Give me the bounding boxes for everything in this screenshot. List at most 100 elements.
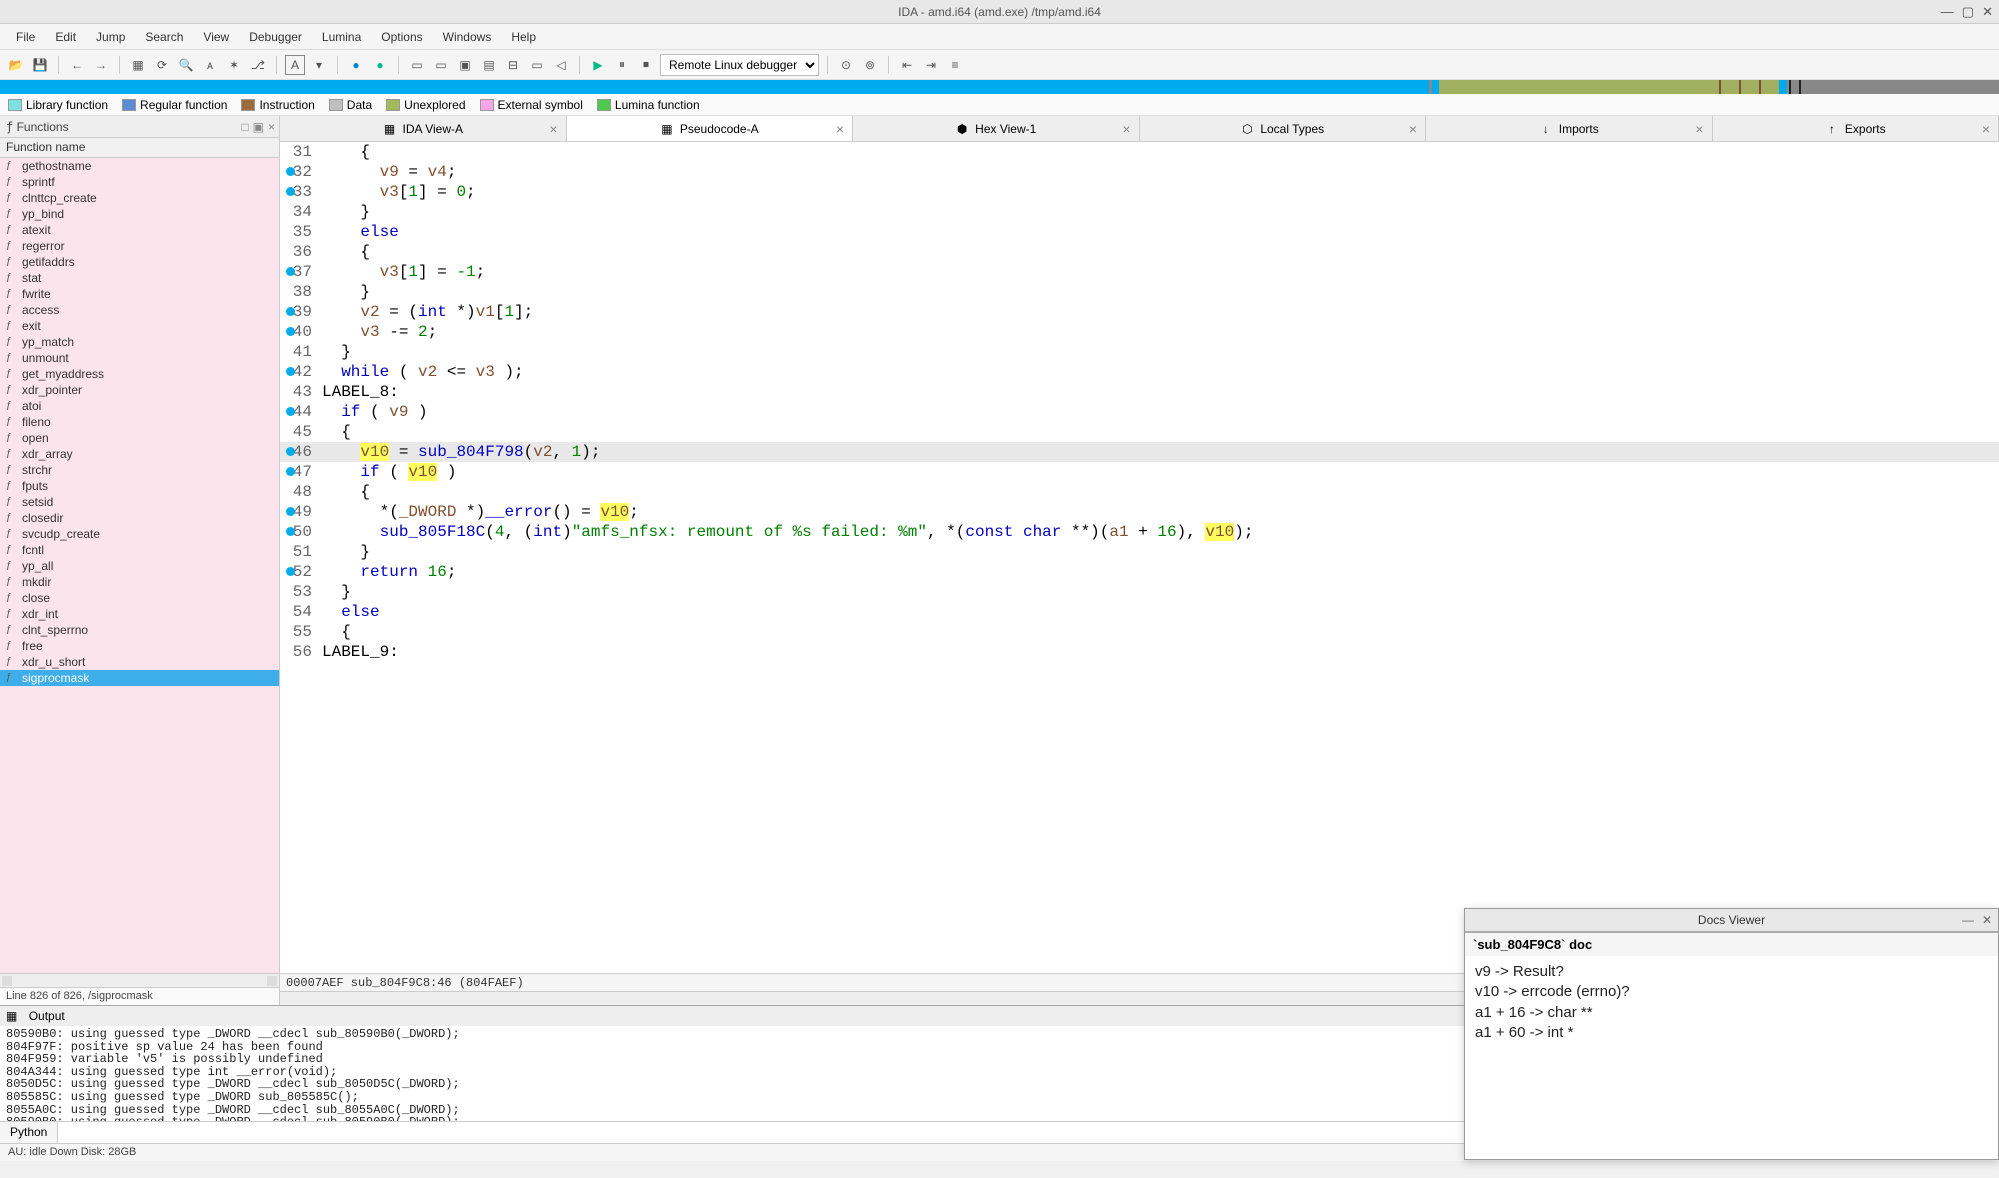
graph-icon[interactable]: ⎇ xyxy=(248,55,268,75)
function-row[interactable]: ƒstat xyxy=(0,270,279,286)
code-text[interactable]: } xyxy=(322,342,1999,362)
tab-pseudocode-a[interactable]: ▦Pseudocode-A× xyxy=(567,116,854,141)
code-line[interactable]: 53 } xyxy=(280,582,1999,602)
code-text[interactable]: } xyxy=(322,282,1999,302)
function-row[interactable]: ƒget_myaddress xyxy=(0,366,279,382)
code-text[interactable]: { xyxy=(322,482,1999,502)
breakpoint-icon[interactable] xyxy=(286,307,295,316)
code-line[interactable]: 46 v10 = sub_804F798(v2, 1); xyxy=(280,442,1999,462)
function-row[interactable]: ƒexit xyxy=(0,318,279,334)
code-text[interactable]: else xyxy=(322,602,1999,622)
tab-close-icon[interactable]: × xyxy=(549,121,557,137)
box4-icon[interactable]: ▤ xyxy=(479,55,499,75)
menu-jump[interactable]: Jump xyxy=(86,26,135,48)
nav-band[interactable] xyxy=(0,80,1999,94)
function-row[interactable]: ƒfwrite xyxy=(0,286,279,302)
function-row[interactable]: ƒyp_match xyxy=(0,334,279,350)
menu-edit[interactable]: Edit xyxy=(45,26,86,48)
tab-hex-view-1[interactable]: ⬢Hex View-1× xyxy=(853,116,1140,141)
function-row[interactable]: ƒyp_all xyxy=(0,558,279,574)
code-line[interactable]: 56LABEL_9: xyxy=(280,642,1999,662)
function-row[interactable]: ƒsprintf xyxy=(0,174,279,190)
code-line[interactable]: 37 v3[1] = -1; xyxy=(280,262,1999,282)
code-line[interactable]: 44 if ( v9 ) xyxy=(280,402,1999,422)
tab-exports[interactable]: ↑Exports× xyxy=(1713,116,1999,141)
menu-debugger[interactable]: Debugger xyxy=(239,26,312,48)
code-text[interactable]: sub_805F18C(4, (int)"amfs_nfsx: remount … xyxy=(322,522,1999,542)
code-text[interactable]: } xyxy=(322,202,1999,222)
code-line[interactable]: 39 v2 = (int *)v1[1]; xyxy=(280,302,1999,322)
code-line[interactable]: 52 return 16; xyxy=(280,562,1999,582)
debugger-select[interactable]: Remote Linux debugger xyxy=(660,54,819,76)
code-line[interactable]: 32 v9 = v4; xyxy=(280,162,1999,182)
code-text[interactable]: else xyxy=(322,222,1999,242)
bp2-icon[interactable]: ⊚ xyxy=(860,55,880,75)
function-row[interactable]: ƒmkdir xyxy=(0,574,279,590)
tab-local-types[interactable]: ⬡Local Types× xyxy=(1140,116,1427,141)
function-row[interactable]: ƒatoi xyxy=(0,398,279,414)
stop-icon[interactable]: ⏹ xyxy=(636,55,656,75)
menu-windows[interactable]: Windows xyxy=(433,26,502,48)
code-line[interactable]: 55 { xyxy=(280,622,1999,642)
code-text[interactable]: *(_DWORD *)__error() = v10; xyxy=(322,502,1999,522)
function-row[interactable]: ƒyp_bind xyxy=(0,206,279,222)
code-line[interactable]: 36 { xyxy=(280,242,1999,262)
dropdown-icon[interactable]: ▾ xyxy=(309,55,329,75)
code-line[interactable]: 49 *(_DWORD *)__error() = v10; xyxy=(280,502,1999,522)
docs-close-icon[interactable]: ✕ xyxy=(1982,913,1992,927)
indent3-icon[interactable]: ≡ xyxy=(945,55,965,75)
function-row[interactable]: ƒunmount xyxy=(0,350,279,366)
functions-list[interactable]: ƒgethostnameƒsprintfƒclnttcp_createƒyp_b… xyxy=(0,158,279,973)
code-line[interactable]: 51 } xyxy=(280,542,1999,562)
code-text[interactable]: { xyxy=(322,422,1999,442)
indent2-icon[interactable]: ⇥ xyxy=(921,55,941,75)
panel-max-icon[interactable]: ▣ xyxy=(253,120,264,134)
function-row[interactable]: ƒregerror xyxy=(0,238,279,254)
code-text[interactable]: v10 = sub_804F798(v2, 1); xyxy=(322,442,1999,462)
breakpoint-icon[interactable] xyxy=(286,407,295,416)
function-row[interactable]: ƒgethostname xyxy=(0,158,279,174)
code-line[interactable]: 48 { xyxy=(280,482,1999,502)
function-row[interactable]: ƒclnt_sperrno xyxy=(0,622,279,638)
code-line[interactable]: 35 else xyxy=(280,222,1999,242)
dot1-icon[interactable]: ● xyxy=(346,55,366,75)
maximize-icon[interactable]: ▢ xyxy=(1962,4,1974,20)
text-icon[interactable]: ᴀ xyxy=(200,55,220,75)
function-row[interactable]: ƒfputs xyxy=(0,478,279,494)
xref-icon[interactable]: ✶ xyxy=(224,55,244,75)
panel-min-icon[interactable]: □ xyxy=(241,120,248,134)
menu-options[interactable]: Options xyxy=(371,26,432,48)
text-mode-icon[interactable]: A xyxy=(285,55,305,75)
function-row[interactable]: ƒfileno xyxy=(0,414,279,430)
function-row[interactable]: ƒaccess xyxy=(0,302,279,318)
function-row[interactable]: ƒstrchr xyxy=(0,462,279,478)
tab-close-icon[interactable]: × xyxy=(1695,121,1703,137)
forward-icon[interactable]: → xyxy=(91,55,111,75)
box1-icon[interactable]: ▭ xyxy=(407,55,427,75)
function-row[interactable]: ƒopen xyxy=(0,430,279,446)
code-line[interactable]: 38 } xyxy=(280,282,1999,302)
function-row[interactable]: ƒatexit xyxy=(0,222,279,238)
tab-close-icon[interactable]: × xyxy=(836,121,844,137)
search-icon[interactable]: 🔍 xyxy=(176,55,196,75)
function-row[interactable]: ƒgetifaddrs xyxy=(0,254,279,270)
menu-help[interactable]: Help xyxy=(501,26,546,48)
panel-close-icon[interactable]: × xyxy=(268,120,275,134)
code-line[interactable]: 42 while ( v2 <= v3 ); xyxy=(280,362,1999,382)
code-line[interactable]: 40 v3 -= 2; xyxy=(280,322,1999,342)
code-text[interactable]: { xyxy=(322,622,1999,642)
breakpoint-icon[interactable] xyxy=(286,367,295,376)
function-row[interactable]: ƒfcntl xyxy=(0,542,279,558)
function-row[interactable]: ƒxdr_array xyxy=(0,446,279,462)
code-text[interactable]: v9 = v4; xyxy=(322,162,1999,182)
code-text[interactable]: v3[1] = 0; xyxy=(322,182,1999,202)
code-text[interactable]: } xyxy=(322,582,1999,602)
box3-icon[interactable]: ▣ xyxy=(455,55,475,75)
breakpoint-icon[interactable] xyxy=(286,567,295,576)
save-icon[interactable]: 💾 xyxy=(30,55,50,75)
menu-file[interactable]: File xyxy=(6,26,45,48)
breakpoint-icon[interactable] xyxy=(286,327,295,336)
code-line[interactable]: 47 if ( v10 ) xyxy=(280,462,1999,482)
dot2-icon[interactable]: ● xyxy=(370,55,390,75)
tab-close-icon[interactable]: × xyxy=(1982,121,1990,137)
